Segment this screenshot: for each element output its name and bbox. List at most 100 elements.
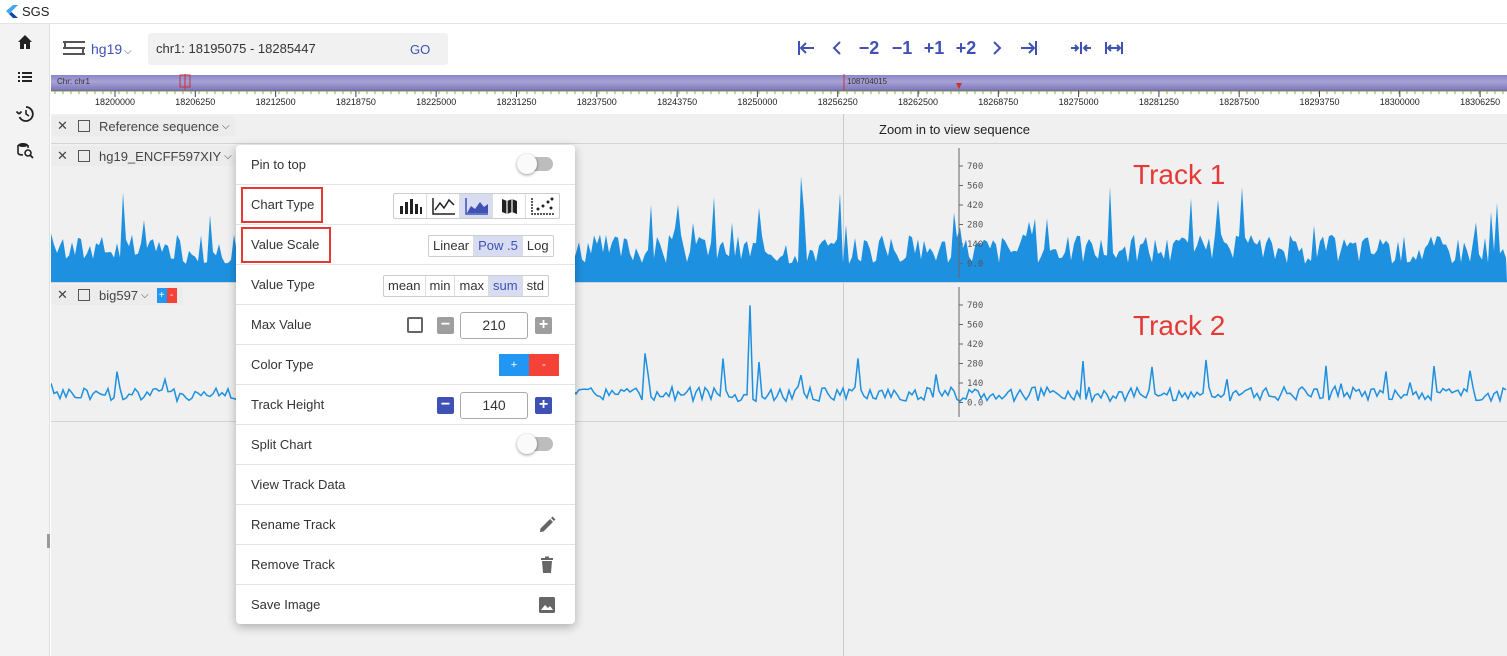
axis-tick-label: 0.0 [967, 399, 983, 409]
ruler-ticks [51, 74, 1507, 97]
track-image-icon[interactable] [78, 120, 90, 132]
ruler-tick-label: 18287500 [1219, 97, 1260, 107]
nav-minus1-button[interactable]: −1 [889, 36, 915, 60]
axis-tick-label: 280 [967, 360, 983, 370]
split-chart-toggle[interactable] [517, 434, 553, 454]
ruler-tick-label: 18231250 [496, 97, 537, 107]
track2-annotation: Track 2 [1133, 310, 1226, 341]
track1-annotation: Track 1 [1133, 159, 1226, 190]
max-value-input[interactable]: 210 [460, 312, 528, 339]
type-sum-option[interactable]: sum [489, 276, 523, 296]
menu-value-scale: Value Scale Linear Pow .5 Log [236, 225, 575, 265]
ruler-tick-label: 18293750 [1299, 97, 1340, 107]
axis-tick-label: 700 [967, 162, 983, 172]
nav-start-icon[interactable] [795, 36, 817, 60]
type-min-option[interactable]: min [426, 276, 456, 296]
menu-remove-track[interactable]: Remove Track [236, 545, 575, 585]
pin-to-top-toggle[interactable] [517, 154, 553, 174]
menu-view-track-data[interactable]: View Track Data [236, 465, 575, 505]
ruler-tick-label: 18256250 [817, 97, 858, 107]
track-height-increment-button[interactable]: + [535, 397, 552, 414]
value-type-label: Value Type [251, 277, 315, 292]
nav-next-icon[interactable] [989, 36, 1005, 60]
ruler-tick-label: 18200000 [94, 97, 136, 107]
pencil-icon [540, 516, 556, 532]
nav-minus2-button[interactable]: −2 [855, 36, 883, 60]
locus-search: chr1: 18195075 - 18285447 GO [148, 33, 448, 65]
nav-plus1-button[interactable]: +1 [921, 36, 947, 60]
reference-track-name[interactable]: Reference sequence [99, 119, 219, 134]
ruler-tick-label: 18206250 [175, 97, 216, 107]
ruler-tick-label: 18243750 [657, 97, 698, 107]
heatmap-icon[interactable] [493, 194, 526, 218]
nav-prev-icon[interactable] [829, 36, 845, 60]
color-type-label: Color Type [251, 357, 314, 372]
chevron-down-icon[interactable]: ⌵ [222, 121, 230, 132]
line-chart-icon[interactable] [427, 194, 460, 218]
value-scale-selector: Linear Pow .5 Log [428, 235, 554, 257]
menu-value-type: Value Type mean min max sum std [236, 265, 575, 305]
locus-input[interactable]: chr1: 18195075 - 18285447 [156, 41, 316, 56]
home-icon[interactable] [15, 32, 35, 52]
list-icon[interactable] [15, 67, 35, 87]
menu-color-type: Color Type + - [236, 345, 575, 385]
track-height-input[interactable]: 140 [460, 392, 528, 419]
image-icon [539, 597, 555, 613]
history-icon[interactable] [15, 104, 35, 124]
go-button[interactable]: GO [410, 42, 430, 57]
axis-tick-label: 0.0 [967, 260, 983, 270]
ruler[interactable]: Chr: chr1 108704015 18200000 18206250 1821… [51, 74, 1507, 114]
scale-linear-option[interactable]: Linear [429, 236, 475, 256]
menu-split-chart[interactable]: Split Chart [236, 425, 575, 465]
type-max-option[interactable]: max [455, 276, 490, 296]
color-positive-swatch[interactable]: + [499, 354, 529, 376]
app-logo-icon [6, 5, 18, 18]
menu-pin-to-top[interactable]: Pin to top [236, 145, 575, 185]
axis-tick-label: 140 [967, 379, 983, 389]
ruler-tick-label: 18281250 [1138, 97, 1179, 107]
track-height-decrement-button[interactable]: − [437, 397, 454, 414]
scale-log-option[interactable]: Log [523, 236, 553, 256]
chart-type-highlight [241, 187, 323, 223]
ruler-tick-label: 18225000 [416, 97, 457, 107]
menu-rename-track[interactable]: Rename Track [236, 505, 575, 545]
search-data-icon[interactable] [15, 140, 35, 160]
genome-select[interactable]: hg19 ⌵ [91, 41, 132, 57]
axis-tick-label: 700 [967, 301, 983, 311]
max-value-checkbox[interactable] [407, 317, 423, 333]
track-height-label: Track Height [251, 397, 325, 412]
max-value-increment-button[interactable]: + [535, 317, 552, 334]
bar-chart-icon[interactable] [394, 194, 427, 218]
ruler-tick-label: 18268750 [978, 97, 1019, 107]
zoom-out-icon[interactable] [1103, 36, 1125, 60]
sidebar-resize-handle[interactable] [47, 534, 50, 548]
axis-tick-label: 420 [967, 340, 983, 350]
type-std-option[interactable]: std [523, 276, 548, 296]
area-chart-icon[interactable] [460, 194, 493, 218]
nav-end-icon[interactable] [1018, 36, 1040, 60]
axis-tick-label: 560 [967, 182, 983, 192]
nav-plus2-button[interactable]: +2 [952, 36, 980, 60]
close-icon[interactable]: ✕ [57, 118, 69, 134]
axis-tick-label: 420 [967, 201, 983, 211]
max-value-decrement-button[interactable]: − [437, 317, 454, 334]
value-type-selector: mean min max sum std [383, 275, 549, 297]
scale-pow-option[interactable]: Pow .5 [474, 236, 523, 256]
ruler-tick-label: 18237500 [576, 97, 617, 107]
menu-track-height: Track Height − 140 + [236, 385, 575, 425]
type-mean-option[interactable]: mean [384, 276, 426, 296]
color-type-selector[interactable]: + - [499, 354, 559, 376]
rename-track-label: Rename Track [251, 517, 336, 532]
title-bar: SGS [0, 0, 1507, 24]
menu-save-image[interactable]: Save Image [236, 585, 575, 625]
app-title: SGS [22, 4, 50, 19]
color-negative-swatch[interactable]: - [529, 354, 559, 376]
axis-tick-label: 140 [967, 240, 983, 250]
scatter-chart-icon[interactable] [526, 194, 559, 218]
split-chart-label: Split Chart [251, 437, 312, 452]
ruler-tick-label: 18275000 [1058, 97, 1099, 107]
zoom-in-icon[interactable] [1069, 36, 1093, 60]
value-scale-highlight [241, 227, 331, 263]
genome-select-value: hg19 [91, 41, 123, 57]
menu-max-value: Max Value − 210 + [236, 305, 575, 345]
